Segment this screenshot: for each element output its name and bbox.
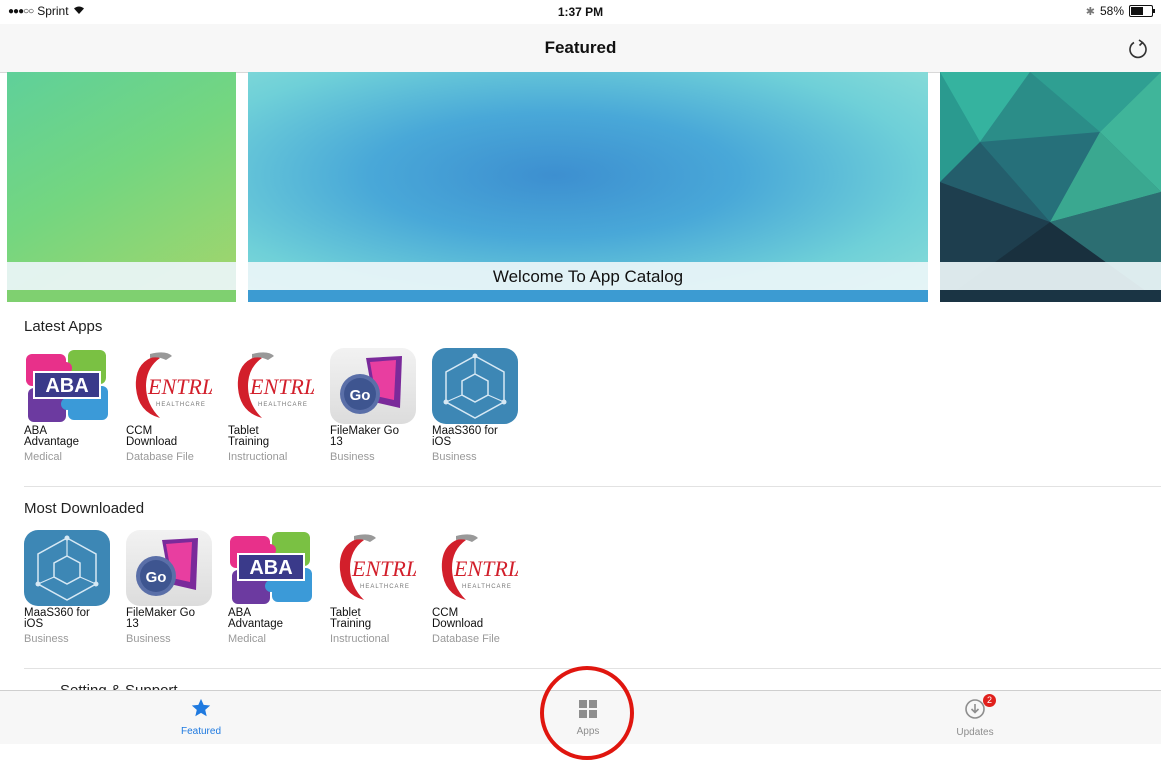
app-tile[interactable]: ABA ABA Advantage Medical bbox=[24, 348, 116, 463]
battery-percent: 58% bbox=[1099, 4, 1124, 18]
app-category: Database File bbox=[432, 633, 500, 645]
refresh-button[interactable] bbox=[1125, 36, 1151, 62]
banner-center[interactable]: Welcome To App Catalog bbox=[248, 72, 928, 302]
banner-right[interactable] bbox=[940, 72, 1161, 302]
svg-text:ENTRIA: ENTRIA bbox=[249, 374, 314, 399]
app-name: MaaS360 for iOS bbox=[24, 607, 116, 630]
centria-healthcare-icon: ENTRIA HEALTHCARE bbox=[228, 348, 314, 424]
svg-text:ENTRIA: ENTRIA bbox=[351, 556, 416, 581]
svg-text:ENTRIA: ENTRIA bbox=[147, 374, 212, 399]
svg-text:ENTRIA: ENTRIA bbox=[453, 556, 518, 581]
maas360-icon bbox=[24, 530, 110, 606]
maas360-icon bbox=[432, 348, 518, 424]
app-name-line2: Download bbox=[126, 436, 178, 448]
app-tile[interactable]: ABA ABA Advantage Medical bbox=[228, 530, 320, 645]
app-tile[interactable]: ENTRIA HEALTHCARE CCMDownload Database F… bbox=[432, 530, 524, 645]
svg-text:HEALTHCARE: HEALTHCARE bbox=[258, 402, 308, 408]
app-name-line2: Training bbox=[228, 436, 270, 448]
centria-healthcare-icon: ENTRIA HEALTHCARE bbox=[126, 348, 212, 424]
tab-apps[interactable]: Apps bbox=[508, 691, 668, 744]
section-title-latest-apps: Latest Apps bbox=[24, 318, 103, 335]
bottom-tab-bar: Featured Apps 2 Updates bbox=[0, 690, 1161, 744]
aba-puzzle-icon: ABA bbox=[24, 348, 110, 424]
status-right: ✱ 58% bbox=[1085, 4, 1155, 18]
app-category: Database File bbox=[126, 451, 194, 463]
app-name: CCM Download bbox=[432, 607, 524, 630]
app-name-line2: Advantage bbox=[228, 618, 283, 630]
tab-updates[interactable]: 2 Updates bbox=[895, 691, 1055, 744]
grid-icon bbox=[579, 700, 597, 718]
app-tile[interactable]: ENTRIA HEALTHCARE CCMDownload Database F… bbox=[126, 348, 218, 463]
svg-text:HEALTHCARE: HEALTHCARE bbox=[462, 584, 512, 590]
tab-featured-label: Featured bbox=[180, 726, 222, 737]
centria-healthcare-icon: ENTRIA HEALTHCARE bbox=[330, 530, 416, 606]
app-name-line2: iOS bbox=[432, 436, 452, 448]
star-icon bbox=[191, 698, 211, 717]
svg-text:Go: Go bbox=[350, 387, 371, 404]
aba-puzzle-icon: ABA bbox=[228, 530, 314, 606]
svg-text:Go: Go bbox=[146, 569, 167, 586]
refresh-icon bbox=[1129, 39, 1147, 59]
app-category: Business bbox=[24, 633, 69, 645]
bluetooth-icon: ✱ bbox=[1085, 5, 1095, 18]
svg-text:ABA: ABA bbox=[249, 557, 292, 579]
section-title-most-downloaded: Most Downloaded bbox=[24, 500, 145, 517]
app-category: Business bbox=[330, 451, 375, 463]
status-time: 1:37 PM bbox=[557, 5, 604, 19]
battery-icon bbox=[1129, 5, 1155, 17]
tab-featured[interactable]: Featured bbox=[121, 691, 281, 744]
app-tile[interactable]: MaaS360 for iOS Business bbox=[432, 348, 524, 463]
app-name-line2: 13 bbox=[330, 436, 343, 448]
app-tile[interactable]: ENTRIA HEALTHCARE TabletTraining Instruc… bbox=[228, 348, 320, 463]
app-category: Instructional bbox=[228, 451, 288, 463]
filemaker-go-icon: Go bbox=[126, 530, 212, 606]
filemaker-go-icon: Go bbox=[330, 348, 416, 424]
app-name-line2: Advantage bbox=[24, 436, 79, 448]
banner-caption: Welcome To App Catalog bbox=[492, 267, 684, 286]
app-name: Tablet Training bbox=[228, 425, 320, 448]
app-tile[interactable]: Go FileMaker Go 13 Business bbox=[330, 348, 422, 463]
app-name: FileMaker Go 13 bbox=[126, 607, 218, 630]
app-category: Business bbox=[126, 633, 171, 645]
banner-left[interactable] bbox=[7, 72, 236, 302]
updates-badge: 2 bbox=[983, 694, 996, 707]
app-name: CCM Download bbox=[126, 425, 218, 448]
app-name-line2: Training bbox=[330, 618, 372, 630]
app-name: ABA Advantage bbox=[228, 607, 320, 630]
section-divider bbox=[24, 668, 1161, 669]
app-name: ABA Advantage bbox=[24, 425, 116, 448]
svg-text:HEALTHCARE: HEALTHCARE bbox=[156, 402, 206, 408]
app-name-line2: 13 bbox=[126, 618, 139, 630]
page-title: Featured bbox=[544, 38, 617, 57]
app-name: MaaS360 for iOS bbox=[432, 425, 524, 448]
centria-healthcare-icon: ENTRIA HEALTHCARE bbox=[432, 530, 518, 606]
app-category: Medical bbox=[24, 451, 62, 463]
app-name: FileMaker Go 13 bbox=[330, 425, 422, 448]
app-tile[interactable]: ENTRIA HEALTHCARE TabletTraining Instruc… bbox=[330, 530, 422, 645]
navigation-bar: Featured bbox=[0, 24, 1161, 73]
app-name-line2: Download bbox=[432, 618, 484, 630]
featured-banner-carousel[interactable]: Welcome To App Catalog bbox=[0, 72, 1161, 302]
app-name: Tablet Training bbox=[330, 607, 422, 630]
tab-apps-label: Apps bbox=[576, 726, 600, 737]
app-category: Instructional bbox=[330, 633, 390, 645]
section-divider bbox=[24, 486, 1161, 487]
app-category: Medical bbox=[228, 633, 266, 645]
app-tile[interactable]: MaaS360 for iOS Business bbox=[24, 530, 116, 645]
svg-text:HEALTHCARE: HEALTHCARE bbox=[360, 584, 410, 590]
app-name-line2: iOS bbox=[24, 618, 44, 630]
svg-text:ABA: ABA bbox=[45, 375, 88, 397]
tab-updates-label: Updates bbox=[956, 727, 994, 738]
app-category: Business bbox=[432, 451, 477, 463]
status-bar: ●●●○○ Sprint 1:37 PM ✱ 58% bbox=[0, 0, 1161, 24]
app-tile[interactable]: Go FileMaker Go 13 Business bbox=[126, 530, 218, 645]
